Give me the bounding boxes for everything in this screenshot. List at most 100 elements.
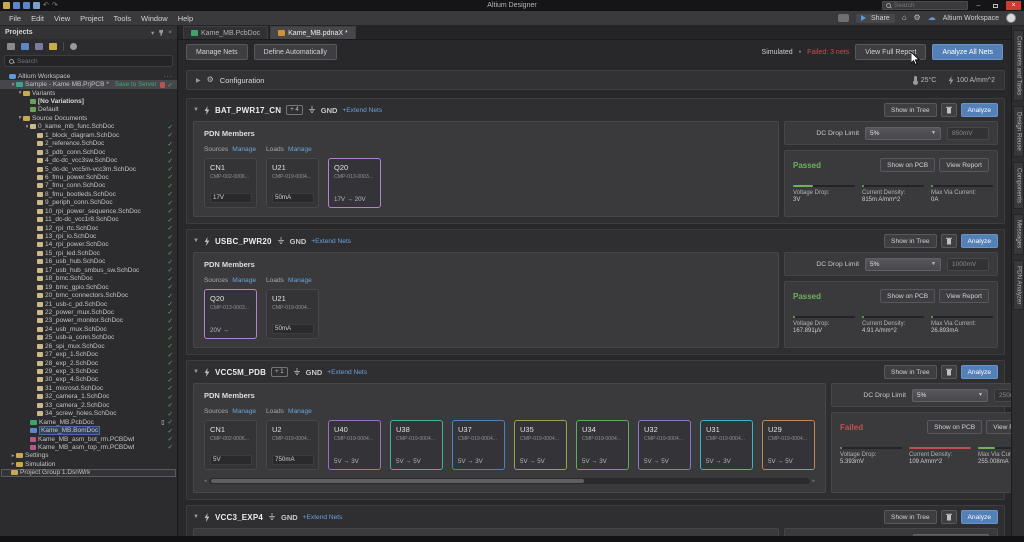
view-report-button[interactable]: View Report bbox=[986, 420, 1011, 434]
chevron-right-icon[interactable]: ▶ bbox=[196, 77, 201, 84]
tree-item[interactable]: 10_rpi_power_sequence.SchDoc ▯ ··· ✓ bbox=[0, 207, 177, 215]
member-value-input[interactable]: 50mA bbox=[272, 324, 314, 334]
show-in-tree-button[interactable]: Show in Tree bbox=[884, 365, 936, 379]
tree-item[interactable]: 33_camera_2.SchDoc ▯ ··· ✓ bbox=[0, 401, 177, 409]
pdn-member-card[interactable]: U2 CMP-019-0004... 750mA bbox=[266, 420, 319, 470]
tree-item[interactable]: 5_dc-dc_vcc5m-vcc3m.SchDoc ▯ ··· ✓ bbox=[0, 165, 177, 173]
side-panel-tab[interactable]: Messages bbox=[1013, 214, 1024, 254]
global-search-box[interactable] bbox=[882, 1, 968, 10]
tree-item[interactable]: Kame_MB_asm_bot_rm.PCBDwf ▯ ··· ✓ bbox=[0, 435, 177, 443]
show-in-tree-button[interactable]: Show in Tree bbox=[884, 234, 936, 248]
extend-nets-link[interactable]: +Extend Nets bbox=[327, 369, 367, 376]
menu-item[interactable]: Edit bbox=[26, 13, 49, 24]
document-tab[interactable]: Kame_MB.pdnaX * bbox=[270, 26, 356, 39]
tree-item[interactable]: ▾ Source Documents ▯ ··· ✓ bbox=[0, 114, 177, 122]
pdn-member-card[interactable]: U38 CMP-019-0004... 5V → 5V bbox=[390, 420, 443, 470]
manage-nets-button[interactable]: Manage Nets bbox=[186, 44, 248, 60]
redo-icon[interactable]: ↷ bbox=[52, 2, 58, 9]
manage-sources-link[interactable]: Manage bbox=[232, 277, 256, 284]
tree-item[interactable]: 22_power_mux.SchDoc ▯ ··· ✓ bbox=[0, 308, 177, 316]
pdn-member-card[interactable]: Q20 CMP-013-0003... 20V → bbox=[204, 289, 257, 339]
dc-drop-limit-select[interactable]: 5%▼ bbox=[912, 389, 988, 402]
manage-loads-link[interactable]: Manage bbox=[288, 408, 312, 415]
tree-item[interactable]: 27_exp_1.SchDoc ▯ ··· ✓ bbox=[0, 350, 177, 358]
pdn-member-card[interactable]: U34 CMP-019-0004... 5V → 3V bbox=[576, 420, 629, 470]
tree-item[interactable]: 29_exp_3.SchDoc ▯ ··· ✓ bbox=[0, 367, 177, 375]
show-on-pcb-button[interactable]: Show on PCB bbox=[927, 420, 982, 434]
tree-item[interactable]: ▾ Sample - Kame MB.PrjPCB * Save to Serv… bbox=[0, 80, 177, 88]
chevron-down-icon[interactable]: ▼ bbox=[193, 369, 199, 375]
delete-net-button[interactable] bbox=[941, 510, 957, 524]
analyze-button[interactable]: Analyze bbox=[961, 103, 998, 117]
tree-item[interactable]: [No Variations] ▯ ··· ✓ bbox=[0, 97, 177, 105]
show-in-tree-button[interactable]: Show in Tree bbox=[884, 510, 936, 524]
tree-item[interactable]: 6_fmu_power.SchDoc ▯ ··· ✓ bbox=[0, 173, 177, 181]
analyze-button[interactable]: Analyze bbox=[961, 365, 998, 379]
close-button[interactable]: × bbox=[1006, 1, 1021, 10]
menu-item[interactable]: Project bbox=[75, 13, 108, 24]
net-section-header[interactable]: ▼ VCC5M_PDB + 1 GND +Extend Nets Show in… bbox=[193, 361, 998, 383]
tree-item[interactable]: 17_usb_hub_smbus_sw.SchDoc ▯ ··· ✓ bbox=[0, 266, 177, 274]
view-full-report-button[interactable]: View Full Report bbox=[855, 44, 926, 60]
show-on-pcb-button[interactable]: Show on PCB bbox=[880, 158, 935, 172]
tree-item[interactable]: 16_usb_hub.SchDoc ▯ ··· ✓ bbox=[0, 258, 177, 266]
documents-icon[interactable] bbox=[35, 43, 43, 50]
manage-sources-link[interactable]: Manage bbox=[232, 408, 256, 415]
pdn-member-card[interactable]: U35 CMP-019-0004... 5V → 5V bbox=[514, 420, 567, 470]
extra-nets-badge[interactable]: + 1 bbox=[271, 367, 288, 377]
analyze-button[interactable]: Analyze bbox=[961, 234, 998, 248]
view-report-button[interactable]: View Report bbox=[939, 158, 989, 172]
tree-item[interactable]: 9_periph_conn.SchDoc ▯ ··· ✓ bbox=[0, 199, 177, 207]
tree-item[interactable]: 30_exp_4.SchDoc ▯ ··· ✓ bbox=[0, 376, 177, 384]
side-panel-tab[interactable]: Components bbox=[1013, 162, 1024, 209]
panel-menu-icon[interactable]: ▾ bbox=[151, 29, 154, 37]
extend-nets-link[interactable]: +Extend Nets bbox=[311, 238, 351, 245]
explorer-icon[interactable] bbox=[49, 43, 57, 50]
avatar[interactable] bbox=[1006, 13, 1016, 23]
dc-drop-limit-select[interactable]: 5%▼ bbox=[865, 127, 941, 140]
analyze-all-nets-button[interactable]: Analyze All Nets bbox=[932, 44, 1003, 60]
open-icon[interactable] bbox=[3, 2, 10, 9]
side-panel-tab[interactable]: PDN Analyzer bbox=[1013, 260, 1024, 311]
dc-drop-limit-select[interactable]: 5%▼ bbox=[865, 258, 941, 271]
pdn-member-card[interactable]: U32 CMP-019-0004... 5V → 5V bbox=[638, 420, 691, 470]
tree-item[interactable]: 25_usb-a_conn.SchDoc ▯ ··· ✓ bbox=[0, 334, 177, 342]
manage-sources-link[interactable]: Manage bbox=[232, 146, 256, 153]
panel-settings-icon[interactable] bbox=[70, 43, 77, 50]
manage-loads-link[interactable]: Manage bbox=[288, 277, 312, 284]
pdn-member-card[interactable]: U40 CMP-019-0004... 5V → 3V bbox=[328, 420, 381, 470]
pdn-member-card[interactable]: Q20 CMP-013-0003... 17V → 20V bbox=[328, 158, 381, 208]
tree-item[interactable]: Default ▯ ··· ✓ bbox=[0, 106, 177, 114]
extend-nets-link[interactable]: +Extend Nets bbox=[342, 107, 382, 114]
show-in-tree-button[interactable]: Show in Tree bbox=[884, 103, 936, 117]
delete-net-button[interactable] bbox=[941, 365, 957, 379]
minimize-button[interactable]: – bbox=[972, 1, 985, 10]
save-icon[interactable] bbox=[13, 2, 20, 9]
side-panel-tab[interactable]: Design Reuse bbox=[1013, 106, 1024, 157]
tree-item[interactable]: Kame_MB_asm_top_rm.PCBDwf ▯ ··· ✓ bbox=[0, 443, 177, 451]
tree-item[interactable]: 2_reference.SchDoc ▯ ··· ✓ bbox=[0, 140, 177, 148]
pdn-member-card[interactable]: U21 CMP-019-0004... 50mA bbox=[266, 158, 319, 208]
tree-item[interactable]: 14_rpi_power.SchDoc ▯ ··· ✓ bbox=[0, 241, 177, 249]
chevron-down-icon[interactable]: ▼ bbox=[193, 514, 199, 520]
delete-net-button[interactable] bbox=[941, 234, 957, 248]
menu-item[interactable]: View bbox=[49, 13, 75, 24]
pdn-member-card[interactable]: CN1 CMP-002-0006... 17V bbox=[204, 158, 257, 208]
scrollbar-thumb[interactable] bbox=[211, 479, 584, 483]
menu-item[interactable]: Window bbox=[136, 13, 173, 24]
pdn-member-card[interactable]: U37 CMP-019-0004... 5V → 3V bbox=[452, 420, 505, 470]
tree-item[interactable]: 12_rpi_rtc.SchDoc ▯ ··· ✓ bbox=[0, 224, 177, 232]
save-all-icon[interactable] bbox=[23, 2, 30, 9]
pdn-member-card[interactable]: U21 CMP-019-0004... 50mA bbox=[266, 289, 319, 339]
tree-item[interactable]: ▾ 0_kame_mb_func.SchDoc ▯ ··· ✓ bbox=[0, 123, 177, 131]
chevron-down-icon[interactable]: ▼ bbox=[193, 238, 199, 244]
tree-item[interactable]: 3_pdb_conn.SchDoc ▯ ··· ✓ bbox=[0, 148, 177, 156]
share-button[interactable]: Share bbox=[856, 14, 895, 23]
manage-loads-link[interactable]: Manage bbox=[288, 146, 312, 153]
projects-search-input[interactable] bbox=[17, 58, 157, 65]
tree-item[interactable]: 21_usb-c_pd.SchDoc ▯ ··· ✓ bbox=[0, 300, 177, 308]
net-section-header[interactable]: ▼ BAT_PWR17_CN + 4 GND +Extend Nets Show… bbox=[193, 99, 998, 121]
save-to-server-link[interactable]: Save to Server bbox=[115, 81, 157, 88]
tree-item[interactable]: 32_camera_1.SchDoc ▯ ··· ✓ bbox=[0, 393, 177, 401]
undo-icon[interactable]: ↶ bbox=[43, 2, 49, 9]
